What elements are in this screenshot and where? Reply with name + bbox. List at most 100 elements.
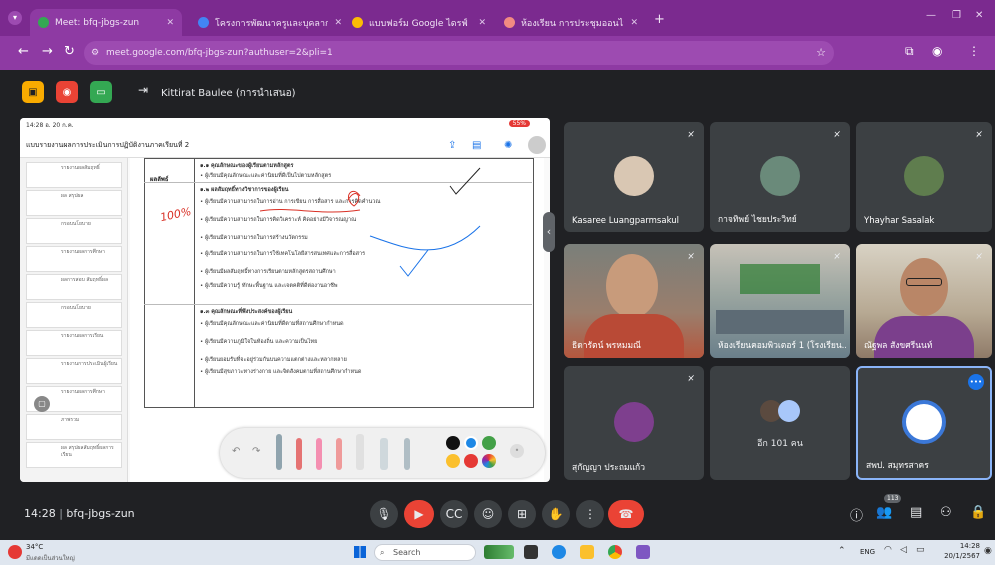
marker-tool-icon[interactable]: [296, 438, 302, 470]
shortcut-record-icon[interactable]: ◉: [56, 81, 78, 103]
tab-project[interactable]: โครงการพัฒนาครูและบุคลากรทางการศึกษา ✕: [190, 9, 350, 36]
close-icon[interactable]: ✕: [630, 18, 638, 28]
weather-icon[interactable]: [8, 545, 22, 559]
pen-tool-icon[interactable]: [276, 434, 282, 470]
eraser-tool-icon[interactable]: [380, 438, 388, 470]
others-tile[interactable]: อีก 101 คน: [710, 366, 850, 480]
bookmark-star-icon[interactable]: ☆: [816, 41, 826, 65]
shortcut-slides-icon[interactable]: ▣: [22, 81, 44, 103]
notification-icon[interactable]: ◉: [984, 546, 992, 556]
leave-call-button[interactable]: ☎: [608, 500, 644, 528]
extensions-icon[interactable]: ⧉: [905, 44, 914, 59]
marker-tool-icon[interactable]: [316, 438, 322, 470]
close-icon[interactable]: ✕: [166, 18, 174, 28]
taskbar-search[interactable]: ⌕ Search: [374, 544, 476, 561]
participant-tile[interactable]: ✕̸ สุกัญญา ประถมแก้ว: [564, 366, 704, 480]
mic-off-icon: ✕̸: [687, 130, 695, 139]
camera-button[interactable]: ▶: [404, 500, 434, 528]
raise-hand-button[interactable]: ✋: [542, 500, 570, 528]
page-thumbnail[interactable]: รายงานการประเมินผู้เรียน: [26, 358, 122, 384]
lasso-tool-icon[interactable]: [404, 438, 410, 470]
language-indicator[interactable]: ENG: [860, 548, 875, 556]
chat-icon[interactable]: ▤: [910, 505, 922, 520]
activities-icon[interactable]: ⚇: [940, 505, 952, 520]
volume-icon[interactable]: ◁: [900, 545, 907, 555]
menu-icon[interactable]: ⋮: [968, 44, 980, 58]
tab-meet[interactable]: Meet: bfq-jbgs-zun ✕: [30, 9, 182, 36]
page-thumbnail[interactable]: ผล สรุปผล: [26, 190, 122, 216]
present-button[interactable]: ⊞: [508, 500, 536, 528]
participant-tile-active-speaker[interactable]: ••• สพป. สมุทรสาคร: [856, 366, 992, 480]
tab-search-icon[interactable]: ▾: [8, 11, 22, 25]
shortcut-layout-icon[interactable]: ▭: [90, 81, 112, 103]
profile-icon[interactable]: ◉: [932, 44, 942, 58]
color-red-swatch[interactable]: [464, 454, 478, 468]
captions-button[interactable]: CC: [440, 500, 468, 528]
participant-tile[interactable]: ✕̸ Yhayhar Sasalak: [856, 122, 992, 232]
undo-icon[interactable]: ↶: [232, 446, 240, 457]
marker-tool-icon[interactable]: [336, 438, 342, 470]
address-bar[interactable]: ⚙ meet.google.com/bfq-jbgs-zun?authuser=…: [84, 41, 834, 65]
edge-icon[interactable]: [552, 545, 566, 559]
page-thumbnail[interactable]: รายงานผลสัมฤทธิ์: [26, 162, 122, 188]
minimize-icon[interactable]: —: [926, 10, 936, 21]
battery-icon[interactable]: ▭: [916, 545, 925, 555]
participant-tile[interactable]: ✕̸ Kasaree Luangparmsakul: [564, 122, 704, 232]
close-icon[interactable]: ✕: [478, 18, 486, 28]
page-thumbnail[interactable]: ภาพรวม: [26, 414, 122, 440]
forward-icon[interactable]: →: [42, 44, 53, 59]
highlighter-tool-icon[interactable]: [356, 434, 364, 470]
reload-icon[interactable]: ↻: [64, 44, 75, 59]
clock-time[interactable]: 14:28: [940, 542, 980, 550]
page-thumbnail[interactable]: รายงานผลการเรียน: [26, 330, 122, 356]
color-black-swatch[interactable]: [446, 436, 460, 450]
collapse-panel-icon[interactable]: ‹: [543, 212, 555, 252]
participant-tile[interactable]: ✕̸ กาจทิพย์ ไชยประวิทย์: [710, 122, 850, 232]
pen-toolbar: ↶ ↷ •: [220, 428, 545, 478]
mic-button[interactable]: 🎙: [370, 500, 398, 528]
participant-video-tile[interactable]: ✕̸ ธิดารัตน์ พรหมมณี: [564, 244, 704, 358]
participant-name: ณัฐพล สังขศรีนนท์: [864, 341, 933, 351]
wifi-icon[interactable]: ◠: [884, 545, 892, 555]
close-icon[interactable]: ✕: [334, 18, 342, 28]
color-blue-swatch[interactable]: [464, 436, 478, 450]
redo-icon[interactable]: ↷: [252, 446, 260, 457]
comment-icon[interactable]: ▤: [472, 140, 481, 151]
color-green-swatch[interactable]: [482, 436, 496, 450]
start-windows-icon[interactable]: [354, 546, 366, 558]
participant-video-tile[interactable]: ✕̸ ณัฐพล สังขศรีนนท์: [856, 244, 992, 358]
back-icon[interactable]: ←: [18, 44, 29, 59]
new-tab-icon[interactable]: +: [654, 12, 665, 27]
page-thumbnail[interactable]: รายงานผลการศึกษา: [26, 246, 122, 272]
page-scroll-icon[interactable]: ▢: [34, 396, 50, 412]
tray-arrow-icon[interactable]: ⌃: [838, 546, 846, 556]
meeting-details-icon[interactable]: ⓘ: [850, 505, 863, 524]
participant-video-tile[interactable]: ✕̸ ห้องเรียนคอมพิวเตอร์ 1 (โรงเรียน...: [710, 244, 850, 358]
share-icon[interactable]: ⇪: [448, 140, 456, 151]
color-multi-swatch[interactable]: [482, 454, 496, 468]
tab-classroom[interactable]: ห้องเรียน การประชุมออนไลน์ ✕: [496, 9, 646, 36]
more-icon[interactable]: •: [510, 444, 524, 458]
site-info-icon[interactable]: ⚙: [91, 41, 99, 65]
settings-icon[interactable]: ✺: [504, 140, 512, 151]
app-icon[interactable]: [636, 545, 650, 559]
page-thumbnail[interactable]: กรอบนโยบาย: [26, 302, 122, 328]
file-explorer-icon[interactable]: [580, 545, 594, 559]
clock-date[interactable]: 20/1/2567: [930, 552, 980, 560]
reactions-button[interactable]: ☺: [474, 500, 502, 528]
page-thumbnail[interactable]: ผลการสอบ สัมฤทธิ์ผล: [26, 274, 122, 300]
more-options-button[interactable]: ⋮: [576, 500, 604, 528]
chrome-icon[interactable]: [608, 545, 622, 559]
page-thumbnail[interactable]: กรอบนโยบาย: [26, 218, 122, 244]
close-doc-icon[interactable]: [528, 136, 546, 154]
maximize-icon[interactable]: ❐: [952, 10, 961, 21]
tab-forms[interactable]: แบบฟอร์ม Google ไดรฟ์ ✕: [344, 9, 494, 36]
host-controls-icon[interactable]: 🔒: [970, 505, 986, 520]
widgets-icon[interactable]: [484, 545, 514, 559]
page-thumbnail[interactable]: ผล สรุปผลสัมฤทธิ์ผลการเรียน: [26, 442, 122, 468]
close-window-icon[interactable]: ✕: [975, 10, 983, 21]
people-icon[interactable]: 👥: [876, 505, 892, 520]
speaking-indicator-icon: •••: [968, 374, 984, 390]
color-yellow-swatch[interactable]: [446, 454, 460, 468]
task-view-icon[interactable]: [524, 545, 538, 559]
